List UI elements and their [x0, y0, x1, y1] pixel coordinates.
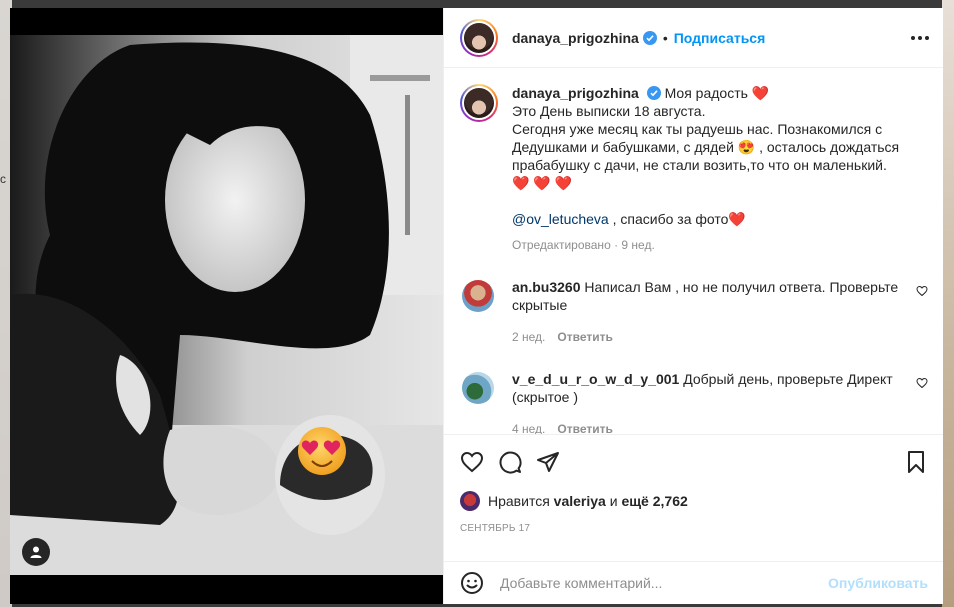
caption-thanks: , спасибо за фото❤️	[608, 211, 746, 227]
caption-author-avatar[interactable]	[460, 84, 498, 122]
emoji-smile-icon[interactable]	[460, 571, 484, 595]
share-paper-plane-icon[interactable]	[536, 450, 560, 474]
publish-button[interactable]: Опубликовать	[828, 575, 928, 591]
post-side-panel: danaya_prigozhina • Подписаться danaya_p…	[443, 8, 943, 604]
caption-avatar-image	[464, 88, 494, 118]
caption-mention-link[interactable]: @ov_letucheva	[512, 211, 609, 227]
post-modal: danaya_prigozhina • Подписаться danaya_p…	[10, 8, 943, 604]
caption-hearts-line: ❤️ ❤️ ❤️	[512, 175, 573, 191]
author-avatar[interactable]	[460, 18, 498, 57]
caption-line-2: Сегодня уже месяц как ты радуешь нас. По…	[512, 121, 900, 173]
like-heart-icon[interactable]	[460, 450, 484, 474]
comment-item: v_e_d_u_r_o_w_d_y_001 Добрый день, прове…	[460, 370, 928, 434]
likes-count[interactable]: ещё 2,762	[621, 493, 687, 509]
comment-item: an.bu3260 Написал Вам , но не получил от…	[460, 278, 928, 346]
header-separator: •	[662, 29, 668, 46]
reply-button[interactable]: Ответить	[557, 328, 612, 346]
comments-list[interactable]: danaya_prigozhina Моя радость ❤️ Это Ден…	[444, 68, 943, 434]
comment-avatar[interactable]	[462, 280, 494, 312]
more-options-icon[interactable]	[911, 35, 929, 40]
post-actions: Нравится valeriya и ещё 2,762 СЕНТЯБРЬ 1…	[444, 434, 943, 561]
post-date[interactable]: СЕНТЯБРЬ 17	[460, 523, 928, 534]
backdrop-text-fragment: с	[0, 172, 6, 186]
caption-author[interactable]: danaya_prigozhina	[512, 85, 639, 101]
caption-edited-time: Отредактировано · 9 нед.	[512, 238, 655, 252]
photo-illustration	[10, 35, 443, 575]
likes-middle: и	[609, 493, 618, 509]
comment-username[interactable]: an.bu3260	[512, 279, 580, 295]
verified-badge-icon	[646, 86, 661, 100]
comment-avatar[interactable]	[462, 372, 494, 404]
liker-avatar[interactable]	[460, 491, 480, 511]
comment-input[interactable]: Добавьте комментарий...	[500, 575, 662, 591]
author-username[interactable]: danaya_prigozhina	[512, 30, 639, 46]
likes-summary[interactable]: Нравится valeriya и ещё 2,762	[460, 491, 928, 511]
likes-prefix: Нравится	[488, 493, 550, 509]
caption-text-block: danaya_prigozhina Моя радость ❤️ Это Ден…	[512, 84, 902, 254]
post-media	[10, 8, 443, 604]
post-header: danaya_prigozhina • Подписаться	[444, 8, 943, 68]
tagged-users-button[interactable]	[22, 538, 50, 566]
caption-heart: ❤️	[751, 85, 770, 101]
backdrop-right	[942, 0, 954, 607]
author-avatar-image	[464, 22, 494, 53]
person-icon	[30, 546, 42, 558]
verified-badge-icon	[642, 30, 657, 45]
add-comment-bar: Добавьте комментарий... Опубликовать	[444, 561, 943, 604]
comment-username[interactable]: v_e_d_u_r_o_w_d_y_001	[512, 371, 679, 387]
comment-age[interactable]: 2 нед.	[512, 328, 545, 346]
caption-line-1: Это День выписки 18 августа.	[512, 103, 706, 119]
comment-like-heart-icon[interactable]	[916, 284, 928, 302]
liker-username[interactable]: valeriya	[554, 493, 606, 509]
comment-like-heart-icon[interactable]	[916, 376, 928, 394]
comment-bubble-icon[interactable]	[498, 450, 522, 474]
post-caption: danaya_prigozhina Моя радость ❤️ Это Ден…	[460, 84, 928, 254]
follow-button[interactable]: Подписаться	[674, 30, 766, 46]
reply-button[interactable]: Ответить	[557, 420, 612, 434]
caption-first-line: Моя радость	[664, 85, 748, 101]
comment-age[interactable]: 4 нед.	[512, 420, 545, 434]
post-photo[interactable]	[10, 35, 443, 575]
save-bookmark-icon[interactable]	[904, 450, 928, 474]
face-emoji	[298, 427, 346, 475]
